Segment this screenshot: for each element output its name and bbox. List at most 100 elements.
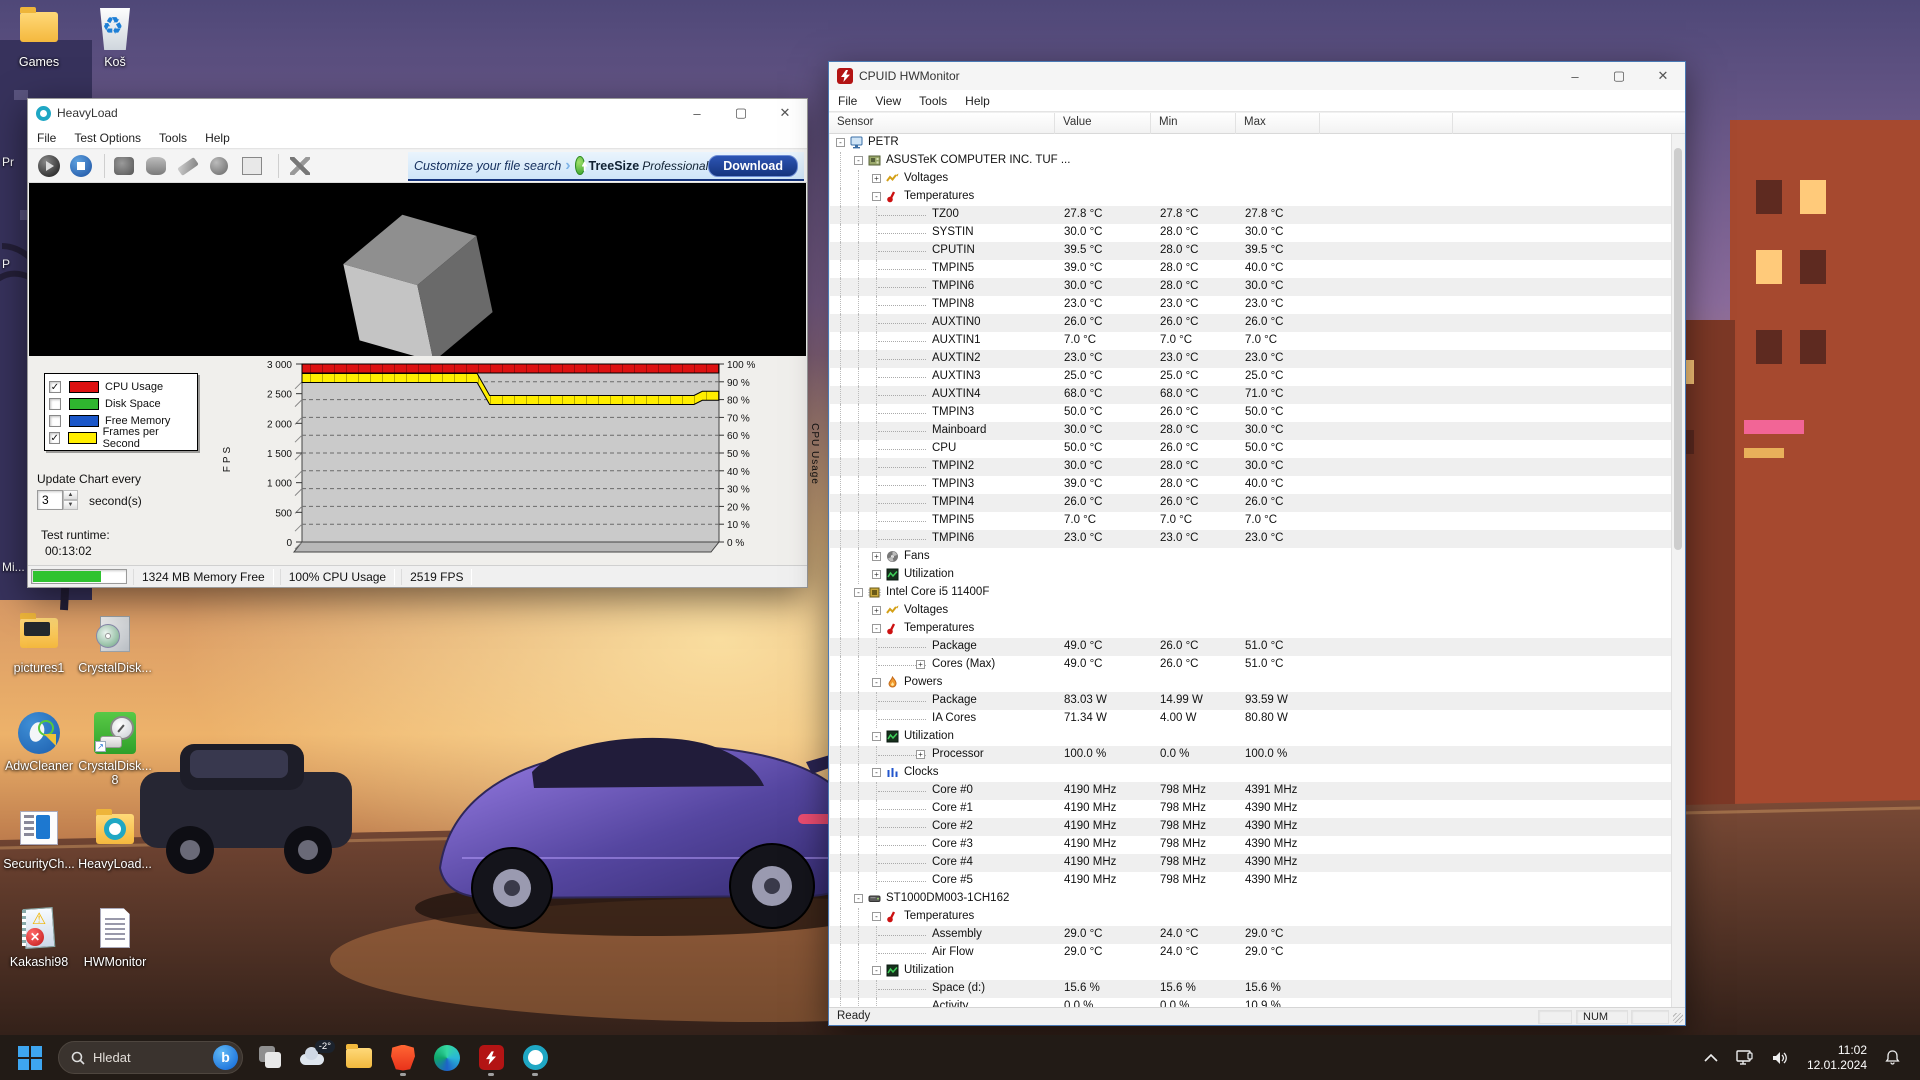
resize-grip[interactable] xyxy=(1673,1013,1683,1023)
sensor-row-tmpin6[interactable]: TMPIN630.0 °C28.0 °C30.0 °C xyxy=(830,278,1673,296)
legend-checkbox[interactable]: ✓ xyxy=(49,381,61,393)
network-icon[interactable] xyxy=(1736,1050,1754,1066)
sensor-row-package[interactable]: Package83.03 W14.99 W93.59 W xyxy=(830,692,1673,710)
notification-bell-icon[interactable] xyxy=(1884,1049,1901,1066)
expand-toggle[interactable]: + xyxy=(872,552,881,561)
gpu-test-icon[interactable] xyxy=(210,157,228,175)
sensor-row-core-0[interactable]: Core #04190 MHz798 MHz4391 MHz xyxy=(830,782,1673,800)
sensor-row-auxtin4[interactable]: AUXTIN468.0 °C68.0 °C71.0 °C xyxy=(830,386,1673,404)
menu-help[interactable]: Help xyxy=(196,131,239,145)
column-max[interactable]: Max xyxy=(1236,113,1320,134)
minimize-button[interactable]: – xyxy=(1553,62,1597,90)
spinner-down-icon[interactable]: ▼ xyxy=(63,500,78,510)
sensor-row-asustek-computer-inc-tuf-[interactable]: -ASUSTeK COMPUTER INC. TUF ... xyxy=(830,152,1673,170)
start-test-button[interactable] xyxy=(38,155,60,177)
sensor-row-petr[interactable]: -PETR xyxy=(830,134,1673,152)
hwmonitor-taskbar-button[interactable] xyxy=(473,1040,509,1076)
interval-spinner[interactable]: 3 ▲▼ xyxy=(37,490,78,510)
collapse-toggle[interactable]: - xyxy=(872,678,881,687)
menu-file[interactable]: File xyxy=(829,94,866,108)
desktop-icon-kakashi98[interactable]: ⚠ ✕ Kakashi98 xyxy=(2,906,76,969)
collapse-toggle[interactable]: - xyxy=(872,966,881,975)
sensor-row-tz00[interactable]: TZ0027.8 °C27.8 °C27.8 °C xyxy=(830,206,1673,224)
sensor-row-clocks[interactable]: -Clocks xyxy=(830,764,1673,782)
sensor-row-tmpin3[interactable]: TMPIN350.0 °C26.0 °C50.0 °C xyxy=(830,404,1673,422)
sensor-row-tmpin5[interactable]: TMPIN57.0 °C7.0 °C7.0 °C xyxy=(830,512,1673,530)
sensor-row-voltages[interactable]: +Voltages xyxy=(830,602,1673,620)
sensor-row-systin[interactable]: SYSTIN30.0 °C28.0 °C30.0 °C xyxy=(830,224,1673,242)
spinner-up-icon[interactable]: ▲ xyxy=(63,490,78,500)
sensor-row-core-5[interactable]: Core #54190 MHz798 MHz4390 MHz xyxy=(830,872,1673,890)
legend-checkbox[interactable]: ✓ xyxy=(49,432,60,444)
sensor-row-cputin[interactable]: CPUTIN39.5 °C28.0 °C39.5 °C xyxy=(830,242,1673,260)
task-view-button[interactable] xyxy=(253,1040,289,1076)
column-sensor[interactable]: Sensor xyxy=(829,113,1055,134)
sensor-row-core-2[interactable]: Core #24190 MHz798 MHz4390 MHz xyxy=(830,818,1673,836)
sensor-row-tmpin8[interactable]: TMPIN823.0 °C23.0 °C23.0 °C xyxy=(830,296,1673,314)
sensor-row-air-flow[interactable]: Air Flow29.0 °C24.0 °C29.0 °C xyxy=(830,944,1673,962)
desktop-icon-adwcleaner[interactable]: AdwCleaner xyxy=(2,710,76,773)
sensor-row-utilization[interactable]: -Utilization xyxy=(830,728,1673,746)
column-value[interactable]: Value xyxy=(1055,113,1151,134)
sensor-row-core-4[interactable]: Core #44190 MHz798 MHz4390 MHz xyxy=(830,854,1673,872)
weather-widget[interactable]: -2° xyxy=(297,1040,333,1076)
sensor-row-mainboard[interactable]: Mainboard30.0 °C28.0 °C30.0 °C xyxy=(830,422,1673,440)
heavyload-titlebar[interactable]: HeavyLoad – ▢ ✕ xyxy=(28,99,807,127)
hwmonitor-titlebar[interactable]: CPUID HWMonitor – ▢ ✕ xyxy=(829,62,1685,90)
menu-help[interactable]: Help xyxy=(956,94,999,108)
sensor-row-tmpin6[interactable]: TMPIN623.0 °C23.0 °C23.0 °C xyxy=(830,530,1673,548)
sensor-row-tmpin2[interactable]: TMPIN230.0 °C28.0 °C30.0 °C xyxy=(830,458,1673,476)
sensor-row-auxtin1[interactable]: AUXTIN17.0 °C7.0 °C7.0 °C xyxy=(830,332,1673,350)
cpu-test-icon[interactable] xyxy=(114,157,134,175)
sensor-row-space-d-[interactable]: Space (d:)15.6 %15.6 %15.6 % xyxy=(830,980,1673,998)
collapse-toggle[interactable]: - xyxy=(854,588,863,597)
sensor-row-fans[interactable]: +Fans xyxy=(830,548,1673,566)
sensor-row-tmpin3[interactable]: TMPIN339.0 °C28.0 °C40.0 °C xyxy=(830,476,1673,494)
interval-value[interactable]: 3 xyxy=(37,490,63,510)
desktop-icon-hwmonitor-doc[interactable]: HWMonitor xyxy=(78,906,152,969)
menu-test-options[interactable]: Test Options xyxy=(65,131,150,145)
sensor-row-auxtin2[interactable]: AUXTIN223.0 °C23.0 °C23.0 °C xyxy=(830,350,1673,368)
menu-tools[interactable]: Tools xyxy=(910,94,956,108)
vertical-scrollbar[interactable] xyxy=(1671,134,1684,1007)
sensor-row-processor[interactable]: +Processor100.0 %0.0 %100.0 % xyxy=(830,746,1673,764)
sensor-row-tmpin4[interactable]: TMPIN426.0 °C26.0 °C26.0 °C xyxy=(830,494,1673,512)
menu-view[interactable]: View xyxy=(866,94,910,108)
sensor-row-package[interactable]: Package49.0 °C26.0 °C51.0 °C xyxy=(830,638,1673,656)
desktop-icon-pictures1[interactable]: pictures1 xyxy=(2,612,76,675)
settings-wrench-icon[interactable] xyxy=(290,157,310,175)
desktop-icon-crystaldiskmark8[interactable]: ↗ CrystalDisk...8 xyxy=(78,710,152,787)
sensor-row-intel-core-i5-11400f[interactable]: -Intel Core i5 11400F xyxy=(830,584,1673,602)
sensor-row-core-3[interactable]: Core #34190 MHz798 MHz4390 MHz xyxy=(830,836,1673,854)
sensor-row-voltages[interactable]: +Voltages xyxy=(830,170,1673,188)
treesize-ad-banner[interactable]: Customize your file search › TreeSize Pr… xyxy=(408,152,804,181)
download-button[interactable]: Download xyxy=(708,155,798,177)
sensor-row-assembly[interactable]: Assembly29.0 °C24.0 °C29.0 °C xyxy=(830,926,1673,944)
sensor-row-auxtin0[interactable]: AUXTIN026.0 °C26.0 °C26.0 °C xyxy=(830,314,1673,332)
menu-tools[interactable]: Tools xyxy=(150,131,196,145)
sensor-row-temperatures[interactable]: -Temperatures xyxy=(830,908,1673,926)
stop-test-button[interactable] xyxy=(70,155,92,177)
expand-toggle[interactable]: + xyxy=(872,570,881,579)
desktop-icon-securitycheck[interactable]: SecurityCh... xyxy=(2,808,76,871)
sensor-row-cores-max-[interactable]: +Cores (Max)49.0 °C26.0 °C51.0 °C xyxy=(830,656,1673,674)
sensor-row-temperatures[interactable]: -Temperatures xyxy=(830,188,1673,206)
brave-browser-button[interactable] xyxy=(385,1040,421,1076)
collapse-toggle[interactable]: - xyxy=(872,192,881,201)
heavyload-taskbar-button[interactable] xyxy=(517,1040,553,1076)
collapse-toggle[interactable]: - xyxy=(836,138,845,147)
maximize-button[interactable]: ▢ xyxy=(1597,62,1641,90)
collapse-toggle[interactable]: - xyxy=(872,624,881,633)
sensor-row-temperatures[interactable]: -Temperatures xyxy=(830,620,1673,638)
legend-checkbox[interactable] xyxy=(49,398,61,410)
maximize-button[interactable]: ▢ xyxy=(719,99,763,127)
collapse-toggle[interactable]: - xyxy=(872,768,881,777)
scrollbar-thumb[interactable] xyxy=(1674,148,1682,550)
expand-toggle[interactable]: + xyxy=(872,174,881,183)
edge-browser-button[interactable] xyxy=(429,1040,465,1076)
desktop-icon-heavyload-folder[interactable]: HeavyLoad... xyxy=(78,808,152,871)
sensor-row-st1000dm003-1ch162[interactable]: -ST1000DM003-1CH162 xyxy=(830,890,1673,908)
sensor-row-utilization[interactable]: +Utilization xyxy=(830,566,1673,584)
minimize-button[interactable]: – xyxy=(675,99,719,127)
file-explorer-button[interactable] xyxy=(341,1040,377,1076)
